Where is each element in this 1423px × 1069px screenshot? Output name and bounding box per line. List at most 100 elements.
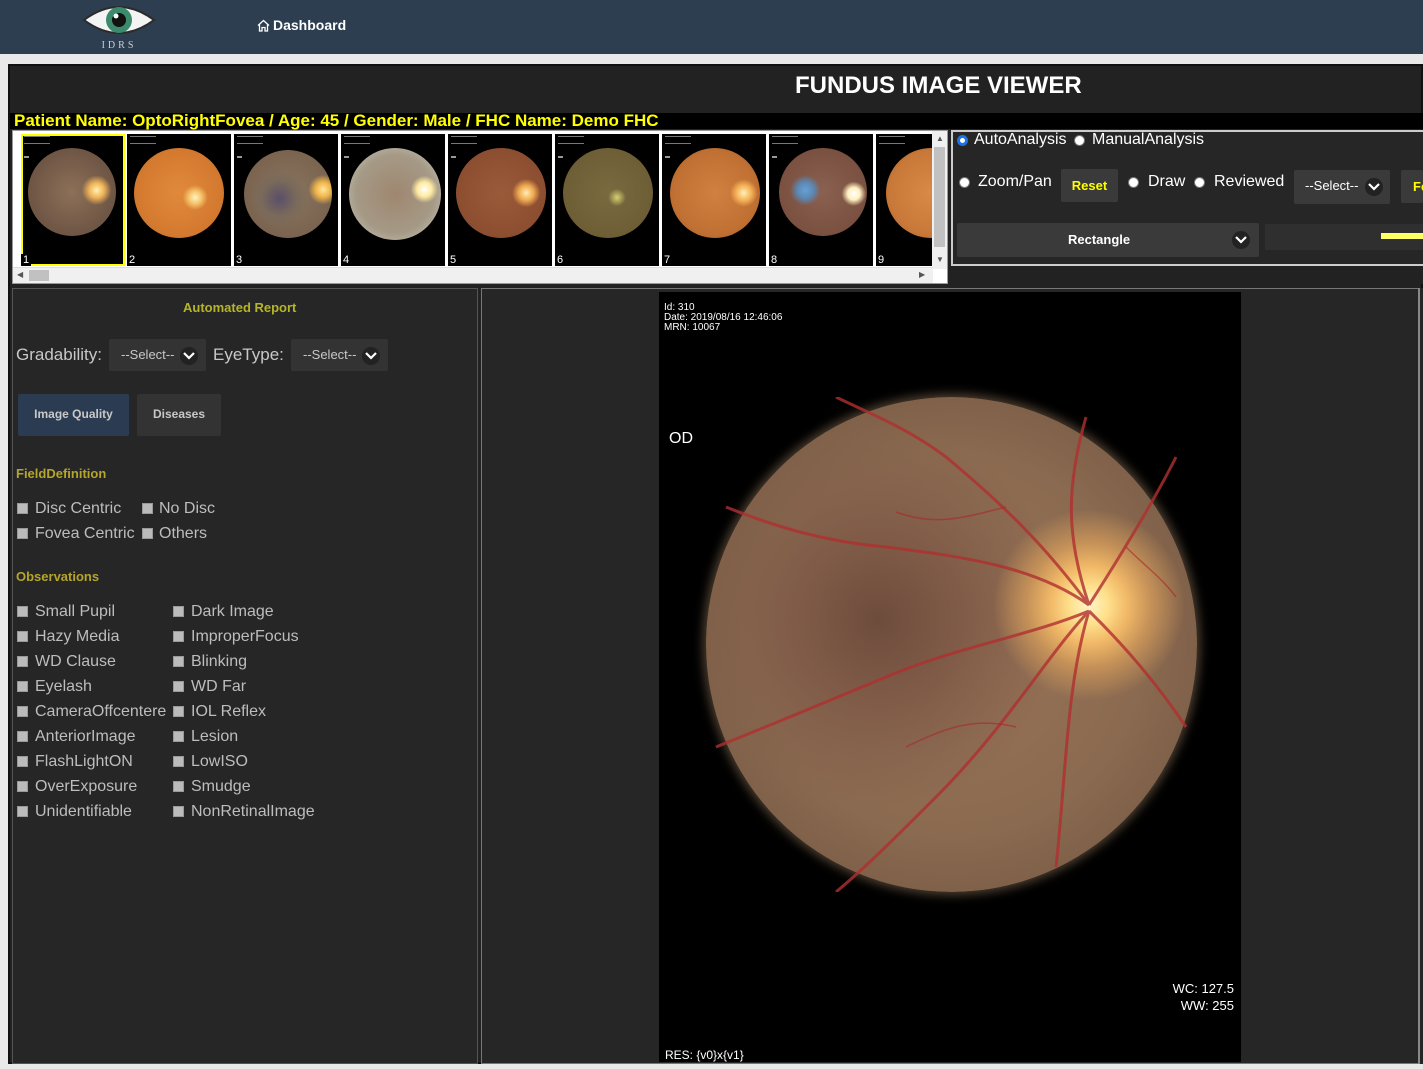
small-pupil-label: Small Pupil bbox=[35, 603, 116, 620]
lowiso-checkbox[interactable] bbox=[173, 756, 184, 767]
others-checkbox[interactable] bbox=[142, 528, 153, 539]
overexposure-checkbox[interactable] bbox=[17, 781, 28, 792]
dashboard-link[interactable]: Dashboard bbox=[257, 17, 346, 33]
thumbnail-vertical-scrollbar[interactable]: ▲ ▼ bbox=[932, 131, 947, 269]
flashlighton-checkbox[interactable] bbox=[17, 756, 28, 767]
wd-clause-label: WD Clause bbox=[35, 653, 116, 670]
disc-centric-label: Disc Centric bbox=[35, 500, 122, 517]
reset-button[interactable]: Reset bbox=[1061, 169, 1118, 202]
thumbnail-number: 3 bbox=[234, 254, 245, 266]
stroke-color-swatch[interactable] bbox=[1381, 233, 1423, 239]
lesion-checkbox[interactable] bbox=[173, 731, 184, 742]
shape-select[interactable]: Rectangle bbox=[957, 223, 1259, 257]
gradability-select[interactable]: --Select-- bbox=[109, 339, 206, 371]
gradability-label: Gradability: bbox=[16, 345, 102, 364]
auto-analysis-label: AutoAnalysis bbox=[974, 131, 1067, 148]
window-level-readout: WC: 127.5 WW: 255 bbox=[1173, 980, 1234, 1014]
others-label: Others bbox=[159, 525, 208, 542]
eye-side-label: OD bbox=[669, 430, 693, 447]
thumbnail-7[interactable]: 7 bbox=[662, 134, 766, 266]
ww-value: WW: 255 bbox=[1180, 998, 1234, 1013]
unidentifiable-checkbox[interactable] bbox=[17, 806, 28, 817]
image-mrn: MRN: 10067 bbox=[664, 322, 721, 333]
thumbnail-number: 1 bbox=[21, 254, 32, 266]
thumb-text-lines bbox=[130, 136, 156, 144]
small-pupil-checkbox[interactable] bbox=[17, 606, 28, 617]
color-bar-track[interactable] bbox=[1265, 224, 1423, 250]
thumbnail-8[interactable]: 8 bbox=[769, 134, 873, 266]
eyelash-checkbox[interactable] bbox=[17, 681, 28, 692]
wd-far-label: WD Far bbox=[191, 678, 247, 695]
partial-toolbar-button[interactable]: Fe bbox=[1401, 170, 1423, 203]
eyetype-label: EyeType: bbox=[213, 345, 284, 364]
manual-analysis-radio[interactable] bbox=[1074, 135, 1085, 146]
shape-select-value: Rectangle bbox=[1068, 232, 1131, 247]
iol-reflex-checkbox[interactable] bbox=[173, 706, 184, 717]
wd-far-checkbox[interactable] bbox=[173, 681, 184, 692]
resolution-label: RES: {v0}x{v1} bbox=[665, 1048, 744, 1062]
thumbnail-3[interactable]: 3 bbox=[234, 134, 338, 266]
reviewed-radio[interactable] bbox=[1194, 177, 1205, 188]
smudge-checkbox[interactable] bbox=[173, 781, 184, 792]
fovea-centric-label: Fovea Centric bbox=[35, 525, 135, 542]
manual-analysis-label: ManualAnalysis bbox=[1092, 131, 1205, 148]
control-spacer bbox=[951, 266, 1423, 284]
thumb-text-lines bbox=[451, 136, 477, 144]
scroll-right-icon[interactable]: ▶ bbox=[919, 270, 925, 279]
review-select[interactable]: --Select-- bbox=[1294, 170, 1390, 204]
thumb-od-mark bbox=[237, 156, 242, 158]
fundus-thumbnail-image bbox=[28, 148, 116, 236]
scroll-down-icon[interactable]: ▼ bbox=[936, 255, 944, 264]
thumb-od-mark bbox=[772, 156, 777, 158]
thumbnail-number: 7 bbox=[662, 254, 673, 266]
blinking-checkbox[interactable] bbox=[173, 656, 184, 667]
draw-radio[interactable] bbox=[1128, 177, 1139, 188]
report-title: Automated Report bbox=[183, 300, 297, 315]
thumb-text-lines bbox=[879, 136, 905, 144]
scroll-thumb[interactable] bbox=[934, 147, 945, 247]
top-navbar: IDRS Dashboard bbox=[0, 0, 1423, 54]
scroll-up-icon[interactable]: ▲ bbox=[936, 134, 944, 143]
thumbnail-9[interactable]: 9 bbox=[876, 134, 947, 266]
fovea-centric-checkbox[interactable] bbox=[17, 528, 28, 539]
eyetype-select[interactable]: --Select-- bbox=[291, 339, 388, 371]
thumbnail-number: 6 bbox=[555, 254, 566, 266]
hazy-media-checkbox[interactable] bbox=[17, 631, 28, 642]
auto-analysis-radio[interactable] bbox=[957, 135, 968, 146]
fundus-image[interactable] bbox=[706, 397, 1197, 892]
tab-image-quality[interactable]: Image Quality bbox=[18, 394, 129, 436]
reviewed-label: Reviewed bbox=[1214, 173, 1285, 190]
dark-image-label: Dark Image bbox=[191, 603, 274, 620]
zoom-pan-label: Zoom/Pan bbox=[978, 173, 1052, 190]
scroll-left-icon[interactable]: ◀ bbox=[17, 270, 23, 279]
lesion-label: Lesion bbox=[191, 728, 239, 745]
improperfocus-checkbox[interactable] bbox=[173, 631, 184, 642]
thumb-od-mark bbox=[24, 156, 29, 158]
thumbnail-6[interactable]: 6 bbox=[555, 134, 659, 266]
fundus-thumbnail-image bbox=[244, 150, 332, 238]
thumbnail-1[interactable]: 1 bbox=[21, 134, 125, 266]
thumbnail-5[interactable]: 5 bbox=[448, 134, 552, 266]
fundus-thumbnail-image bbox=[349, 148, 441, 240]
tab-diseases[interactable]: Diseases bbox=[137, 394, 221, 436]
disc-centric-checkbox[interactable] bbox=[17, 503, 28, 514]
no-disc-checkbox[interactable] bbox=[142, 503, 153, 514]
thumbnail-strip[interactable]: 1 2 3 4 5 6 7 8 9 ▲ ▼ ◀ ▶ bbox=[12, 130, 948, 284]
fundus-image-canvas[interactable]: Id: 310 Date: 2019/08/16 12:46:06 MRN: 1… bbox=[659, 292, 1241, 1062]
anteriorimage-checkbox[interactable] bbox=[17, 731, 28, 742]
fundus-thumbnail-image bbox=[456, 148, 546, 238]
scroll-thumb[interactable] bbox=[29, 270, 49, 281]
thumbnail-4[interactable]: 4 bbox=[341, 134, 445, 266]
dark-image-checkbox[interactable] bbox=[173, 606, 184, 617]
cameraoffcentere-label: CameraOffcentere bbox=[35, 703, 167, 720]
blinking-label: Blinking bbox=[191, 653, 248, 670]
chevron-down-icon bbox=[180, 347, 198, 365]
zoom-pan-radio[interactable] bbox=[959, 177, 970, 188]
cameraoffcentere-checkbox[interactable] bbox=[17, 706, 28, 717]
wd-clause-checkbox[interactable] bbox=[17, 656, 28, 667]
thumbnail-2[interactable]: 2 bbox=[127, 134, 231, 266]
thumb-od-mark bbox=[558, 156, 563, 158]
nonretinalimage-checkbox[interactable] bbox=[173, 806, 184, 817]
idrs-logo[interactable]: IDRS bbox=[80, 0, 158, 54]
thumbnail-horizontal-scrollbar[interactable]: ◀ ▶ bbox=[13, 267, 933, 283]
